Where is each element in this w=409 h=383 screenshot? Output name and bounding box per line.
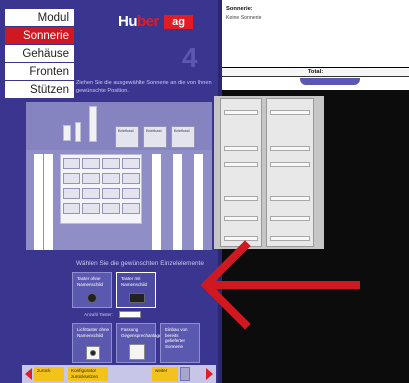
preview-slot: [270, 196, 310, 201]
back-button[interactable]: zurück: [34, 367, 64, 381]
briefkast-label-1: Briefkast: [118, 128, 134, 133]
module-tall[interactable]: [89, 106, 97, 142]
preview-slot: [224, 146, 258, 151]
pillar-5: [194, 154, 203, 250]
preview-slot: [224, 110, 258, 115]
preview-slot: [224, 216, 258, 221]
grid-slot[interactable]: [122, 188, 140, 199]
grid-slot[interactable]: [82, 203, 100, 214]
grid-slot[interactable]: [82, 158, 100, 169]
configurator-screen: Modul Sonnerie Gehäuse Fronten Stützen H…: [0, 0, 409, 383]
grid-slot[interactable]: [122, 158, 140, 169]
grid-slot[interactable]: [63, 188, 80, 199]
tile-label: Lichttaster ohne Namenschild: [77, 327, 110, 338]
tile-label: Taster mit Namenschild: [121, 276, 148, 287]
nav-item-stuetzen[interactable]: Stützen: [5, 81, 74, 99]
summary-title: Sonnerie:: [226, 6, 253, 12]
preview-slot: [224, 196, 258, 201]
back-arrow-icon[interactable]: [25, 368, 32, 380]
next-arrow-icon[interactable]: [206, 368, 213, 380]
preview-slot: [270, 110, 310, 115]
preview-column-2: [266, 98, 314, 247]
button-device-icon: [87, 293, 97, 303]
nav-item-modul[interactable]: Modul: [5, 9, 74, 27]
briefkast-slot-3[interactable]: Briefkast: [171, 126, 195, 148]
pillar-4: [173, 154, 182, 250]
total-label: Total:: [222, 68, 409, 77]
module-small-1[interactable]: [63, 125, 71, 141]
preview-column-1: [220, 98, 262, 247]
tile-label: Fassung Gegensprechanlage: [121, 327, 162, 338]
grid-slot[interactable]: [82, 173, 100, 184]
summary-value: Keine Sonnerie: [226, 15, 262, 21]
summary-panel: Sonnerie: Keine Sonnerie Total:: [222, 0, 409, 90]
design-area[interactable]: Briefkast Briefkast Briefkast: [26, 102, 212, 250]
footer-bar: zurück Konfigurator zurücksetzen weiter: [22, 365, 216, 383]
module-small-2[interactable]: [75, 122, 81, 142]
preview-thumbnail[interactable]: [180, 367, 190, 381]
logo-tag: ag: [164, 15, 193, 29]
count-input[interactable]: [119, 311, 141, 318]
pillar-2: [44, 154, 53, 250]
logo-text-2: ber: [137, 13, 159, 30]
intercom-icon: [129, 344, 145, 360]
instruction-text: Ziehen Sie die ausgewählte Sonnerie an d…: [76, 80, 212, 94]
grid-slot[interactable]: [102, 158, 120, 169]
logo-text-1: Hu: [118, 13, 138, 30]
preview-slot: [270, 216, 310, 221]
briefkast-label-3: Briefkast: [174, 128, 190, 133]
tile-einbau-sonnerie[interactable]: Einbau von bereits gelieferter Sonnerie: [160, 323, 200, 363]
nav-item-gehaeuse[interactable]: Gehäuse: [5, 45, 74, 63]
button-label-device-icon: [129, 293, 145, 303]
preview-slot: [270, 162, 310, 167]
red-arrow-shape: [200, 240, 360, 330]
light-button-dot: [90, 350, 96, 356]
grid-slot[interactable]: [102, 173, 120, 184]
grid-slot[interactable]: [63, 173, 80, 184]
tile-label: Einbau von bereits gelieferter Sonnerie: [165, 327, 188, 349]
step-number: 4: [182, 42, 198, 73]
preview-slot: [270, 146, 310, 151]
grid-slot[interactable]: [122, 203, 140, 214]
summary-tab[interactable]: [300, 78, 360, 85]
grid-slot[interactable]: [102, 203, 120, 214]
restart-button[interactable]: Konfigurator zurücksetzen: [68, 367, 108, 381]
grid-slot[interactable]: [102, 188, 120, 199]
brand-logo: Huber ag: [118, 13, 193, 31]
mailbox-preview: [214, 96, 324, 249]
tile-taster-ohne[interactable]: Taster ohne Namenschild: [72, 272, 112, 308]
tile-label: Taster ohne Namenschild: [77, 276, 104, 287]
preview-slot: [270, 236, 310, 241]
tile-taster-mit[interactable]: Taster mit Namenschild: [116, 272, 156, 308]
grid-slot[interactable]: [63, 158, 80, 169]
elements-heading: Wählen Sie die gewünschten Einzelelement…: [76, 260, 204, 267]
pillar-3: [152, 154, 161, 250]
next-button[interactable]: weiter: [152, 367, 178, 381]
briefkast-slot-2[interactable]: Briefkast: [143, 126, 167, 148]
tile-lichttaster[interactable]: Lichttaster ohne Namenschild: [72, 323, 112, 363]
briefkast-label-2: Briefkast: [146, 128, 162, 133]
tile-gegensprechanlage[interactable]: Fassung Gegensprechanlage: [116, 323, 162, 363]
preview-slot: [224, 236, 258, 241]
nav-item-fronten[interactable]: Fronten: [5, 63, 74, 81]
briefkast-slot-1[interactable]: Briefkast: [115, 126, 139, 148]
pillar-1: [34, 154, 43, 250]
grid-slot[interactable]: [122, 173, 140, 184]
grid-slot[interactable]: [82, 188, 100, 199]
grid-slot[interactable]: [63, 203, 80, 214]
count-label: Anzahl Taster:: [84, 312, 114, 317]
preview-slot: [224, 162, 258, 167]
nav-item-sonnerie[interactable]: Sonnerie: [5, 27, 74, 45]
